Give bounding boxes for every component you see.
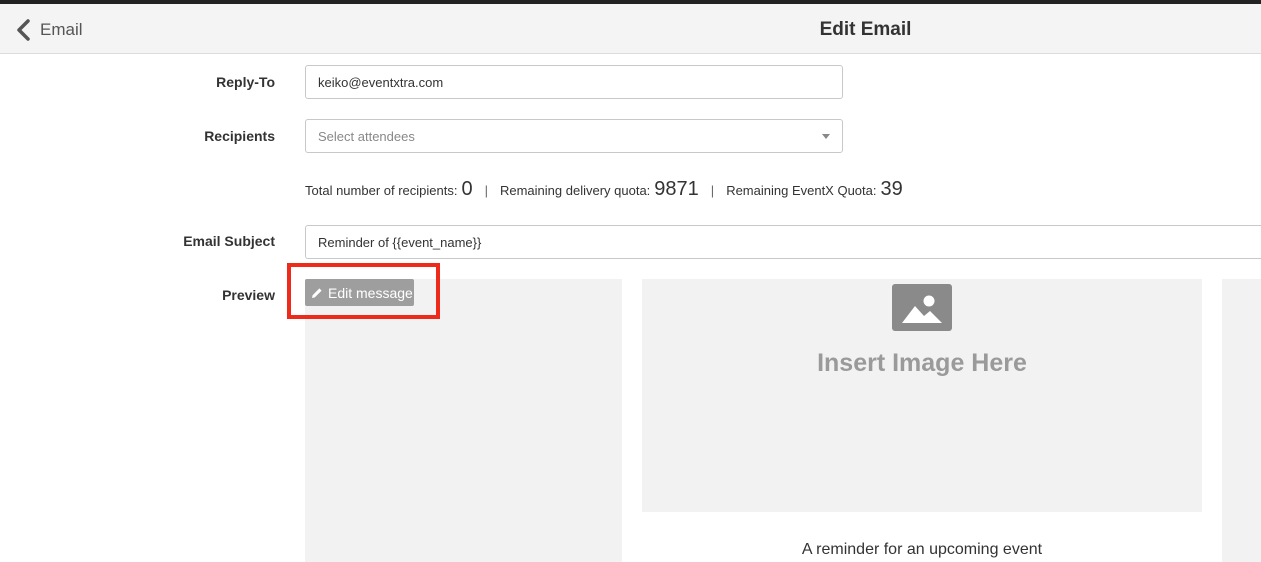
preview-label: Preview [222, 287, 275, 303]
total-recipients-label: Total number of recipients: [305, 183, 458, 198]
image-placeholder[interactable]: Insert Image Here [642, 279, 1202, 512]
page-title: Edit Email [819, 19, 912, 40]
reply-to-value: keiko@eventxtra.com [318, 74, 444, 90]
reply-to-input[interactable]: keiko@eventxtra.com [305, 65, 843, 99]
stats-separator: | [710, 183, 715, 198]
recipient-stats: Total number of recipients: 0 | Remainin… [305, 178, 903, 204]
caret-down-icon [822, 134, 830, 139]
top-bar: Email Edit Email [0, 0, 1261, 54]
email-subject-label: Email Subject [183, 233, 275, 249]
edit-message-button[interactable]: Edit message [305, 279, 414, 306]
eventx-quota-label: Remaining EventX Quota: [726, 183, 877, 198]
preview-right-column [1222, 279, 1261, 562]
email-subject-value: Reminder of {{event_name}} [318, 234, 482, 250]
recipients-select[interactable]: Select attendees [305, 119, 843, 153]
delivery-quota-label: Remaining delivery quota: [499, 183, 651, 198]
eventx-quota-value: 39 [880, 178, 903, 200]
email-subject-input[interactable]: Reminder of {{event_name}} [305, 225, 1261, 259]
preview-left-column [305, 279, 622, 562]
preview-body-text: A reminder for an upcoming event [801, 541, 1043, 558]
pencil-icon [312, 287, 322, 298]
recipients-label: Recipients [204, 128, 275, 144]
image-placeholder-text: Insert Image Here [817, 349, 1027, 377]
delivery-quota-value: 9871 [654, 178, 699, 200]
image-placeholder-icon [892, 284, 952, 331]
reply-to-label: Reply-To [216, 74, 275, 90]
stats-separator: | [484, 183, 488, 198]
recipients-placeholder: Select attendees [318, 128, 415, 144]
edit-message-label: Edit message [328, 284, 413, 301]
total-recipients-value: 0 [461, 178, 473, 200]
